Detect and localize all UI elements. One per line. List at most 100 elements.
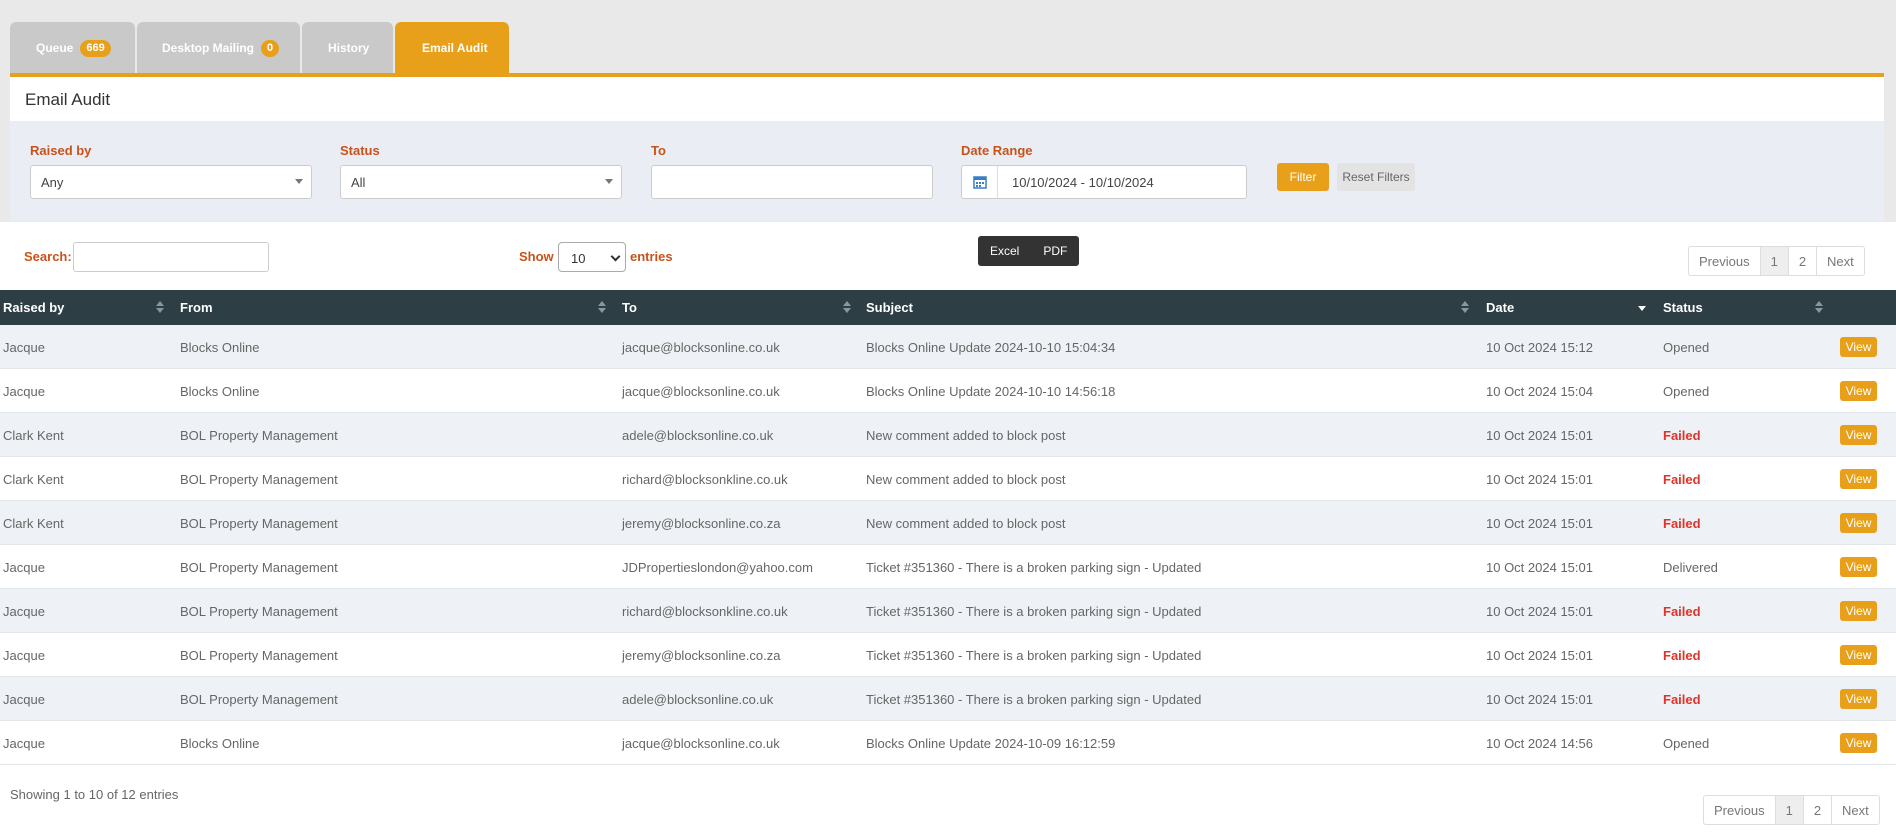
page-1-button[interactable]: 1 (1759, 247, 1788, 275)
cell-to: richard@blocksonkline.co.uk (622, 471, 788, 487)
tab-desktop-mailing[interactable]: Desktop Mailing 0 (137, 22, 300, 74)
cell-date: 10 Oct 2024 15:04 (1486, 383, 1593, 399)
sort-icon[interactable] (1815, 301, 1823, 313)
sort-icon[interactable] (1461, 301, 1469, 313)
cell-to: JDPropertieslondon@yahoo.com (622, 559, 813, 575)
cell-subject: Ticket #351360 - There is a broken parki… (866, 603, 1202, 619)
filter-button[interactable]: Filter (1277, 163, 1329, 191)
cell-subject: Blocks Online Update 2024-10-10 14:56:18 (866, 383, 1116, 399)
cell-date: 10 Oct 2024 15:12 (1486, 339, 1593, 355)
sort-icon[interactable] (843, 301, 851, 313)
view-button[interactable]: View (1840, 733, 1877, 753)
entries-label: entries (630, 249, 673, 264)
column-header-from[interactable]: From (180, 290, 213, 325)
previous-page-button[interactable]: Previous (1704, 796, 1775, 824)
column-header-status[interactable]: Status (1663, 290, 1703, 325)
column-header-raised-by[interactable]: Raised by (3, 290, 64, 325)
cell-raised-by: Jacque (3, 735, 45, 751)
cell-date: 10 Oct 2024 14:56 (1486, 735, 1593, 751)
panel-header: Email Audit (10, 73, 1884, 121)
sort-icon[interactable] (598, 301, 606, 313)
chevron-down-icon (610, 251, 621, 262)
cell-to: jeremy@blocksonline.co.za (622, 515, 781, 531)
cell-from: Blocks Online (180, 339, 260, 355)
cell-to: adele@blocksonline.co.uk (622, 427, 774, 443)
cell-status-failed: Failed (1663, 427, 1701, 443)
chevron-down-icon (295, 179, 303, 184)
cell-status-failed: Failed (1663, 471, 1701, 487)
tab-email-audit[interactable]: Email Audit (395, 22, 509, 74)
raised-by-label: Raised by (30, 143, 92, 158)
cell-from: BOL Property Management (180, 471, 338, 487)
cell-from: BOL Property Management (180, 647, 338, 663)
view-button[interactable]: View (1840, 337, 1877, 357)
view-button[interactable]: View (1840, 425, 1877, 445)
cell-date: 10 Oct 2024 15:01 (1486, 471, 1593, 487)
page-2-button[interactable]: 2 (1802, 796, 1831, 824)
tab-label: Desktop Mailing (162, 41, 255, 55)
column-header-subject[interactable]: Subject (866, 290, 913, 325)
calendar-icon (962, 166, 998, 198)
cell-to: jeremy@blocksonline.co.za (622, 647, 781, 663)
table-row: Clark Kent BOL Property Management jerem… (0, 501, 1896, 545)
status-label: Status (340, 143, 380, 158)
cell-date: 10 Oct 2024 15:01 (1486, 559, 1593, 575)
cell-raised-by: Clark Kent (3, 471, 64, 487)
cell-subject: New comment added to block post (866, 515, 1066, 531)
to-input[interactable] (651, 165, 933, 199)
cell-from: BOL Property Management (180, 559, 338, 575)
view-button[interactable]: View (1840, 645, 1877, 665)
view-button[interactable]: View (1840, 557, 1877, 577)
table-row: Jacque BOL Property Management richard@b… (0, 589, 1896, 633)
pagination-top: Previous 1 2 Next (1688, 246, 1865, 276)
next-page-button[interactable]: Next (1831, 796, 1879, 824)
table-row: Jacque BOL Property Management JDPropert… (0, 545, 1896, 589)
page-2-button[interactable]: 2 (1787, 247, 1816, 275)
cell-date: 10 Oct 2024 15:01 (1486, 691, 1593, 707)
cell-status: Opened (1663, 383, 1710, 399)
export-buttons: Excel PDF (978, 236, 1080, 266)
search-input[interactable] (73, 242, 269, 272)
cell-status: Opened (1663, 339, 1710, 355)
view-button[interactable]: View (1840, 689, 1877, 709)
cell-subject: Blocks Online Update 2024-10-09 16:12:59 (866, 735, 1116, 751)
tab-label: Queue (36, 41, 74, 55)
show-label: Show (519, 249, 554, 264)
tab-history[interactable]: History (302, 22, 393, 74)
cell-subject: Ticket #351360 - There is a broken parki… (866, 559, 1202, 575)
desktop-mailing-count-badge: 0 (261, 39, 280, 57)
status-select[interactable]: All (340, 165, 622, 199)
view-button[interactable]: View (1840, 601, 1877, 621)
cell-subject: Blocks Online Update 2024-10-10 15:04:34 (866, 339, 1116, 355)
previous-page-button[interactable]: Previous (1689, 247, 1760, 275)
cell-to: adele@blocksonline.co.uk (622, 691, 774, 707)
cell-raised-by: Jacque (3, 339, 45, 355)
cell-from: BOL Property Management (180, 515, 338, 531)
date-range-input[interactable]: 10/10/2024 - 10/10/2024 (961, 165, 1247, 199)
column-header-date[interactable]: Date (1486, 290, 1514, 325)
next-page-button[interactable]: Next (1816, 247, 1864, 275)
sort-descending-icon[interactable] (1638, 301, 1646, 313)
cell-status-failed: Failed (1663, 603, 1701, 619)
entries-per-page-select[interactable]: 10 (558, 242, 626, 272)
search-label: Search: (24, 249, 72, 264)
view-button[interactable]: View (1840, 469, 1877, 489)
reset-filters-button[interactable]: Reset Filters (1337, 163, 1415, 191)
entries-per-page-value: 10 (571, 251, 586, 266)
sort-icon[interactable] (156, 301, 164, 313)
raised-by-value: Any (41, 175, 64, 190)
cell-to: richard@blocksonkline.co.uk (622, 603, 788, 619)
tab-queue[interactable]: Queue 669 (10, 22, 135, 74)
tab-label: History (328, 41, 370, 55)
page-1-button[interactable]: 1 (1774, 796, 1803, 824)
cell-raised-by: Jacque (3, 647, 45, 663)
raised-by-select[interactable]: Any (30, 165, 312, 199)
pdf-export-button[interactable]: PDF (1031, 236, 1079, 266)
view-button[interactable]: View (1840, 513, 1877, 533)
table-header: Raised by From To Subject Date Status (0, 290, 1896, 325)
cell-status-failed: Failed (1663, 647, 1701, 663)
view-button[interactable]: View (1840, 381, 1877, 401)
excel-export-button[interactable]: Excel (978, 236, 1031, 266)
column-header-to[interactable]: To (622, 290, 637, 325)
cell-raised-by: Jacque (3, 691, 45, 707)
